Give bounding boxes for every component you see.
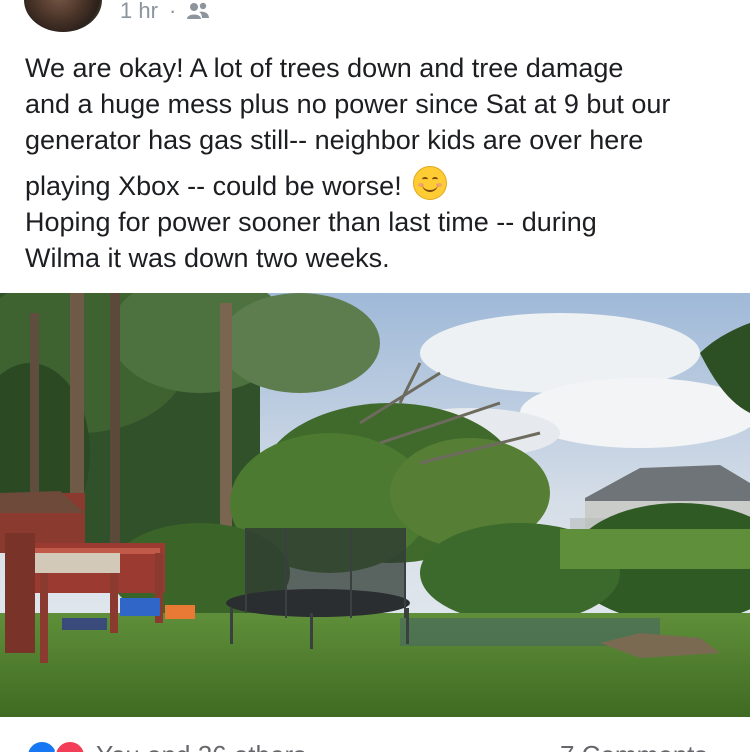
post-text-line: and a huge mess plus no power since Sat … [25,89,671,119]
post-text-line: Hoping for power sooner than last time -… [25,207,597,237]
post-text-line: We are okay! A lot of trees down and tre… [25,53,624,83]
post-timestamp[interactable]: 1 hr [120,0,158,24]
like-reaction-icon[interactable] [26,740,58,752]
post-footer: You and 26 others 7 Comments [0,730,750,752]
storm-damage-photo [0,293,750,717]
post-text-line: Wilma it was down two weeks. [25,243,390,273]
post-text-line-with-emoji: playing Xbox -- could be worse! [25,166,725,204]
comments-count[interactable]: 7 Comments [560,740,707,752]
post-photo[interactable] [0,293,750,717]
separator-dot: · [169,0,177,23]
friends-icon [187,2,209,19]
post-header: 1 hr · [0,0,750,40]
smiling-face-icon [413,166,448,200]
author-avatar[interactable] [24,0,102,32]
reactions-count[interactable]: You and 26 others [96,740,306,752]
post-text-line: playing Xbox -- could be worse! [25,171,402,201]
post-message: We are okay! A lot of trees down and tre… [25,50,725,276]
post-text-line: generator has gas still-- neighbor kids … [25,125,644,155]
love-reaction-icon[interactable] [54,740,86,752]
